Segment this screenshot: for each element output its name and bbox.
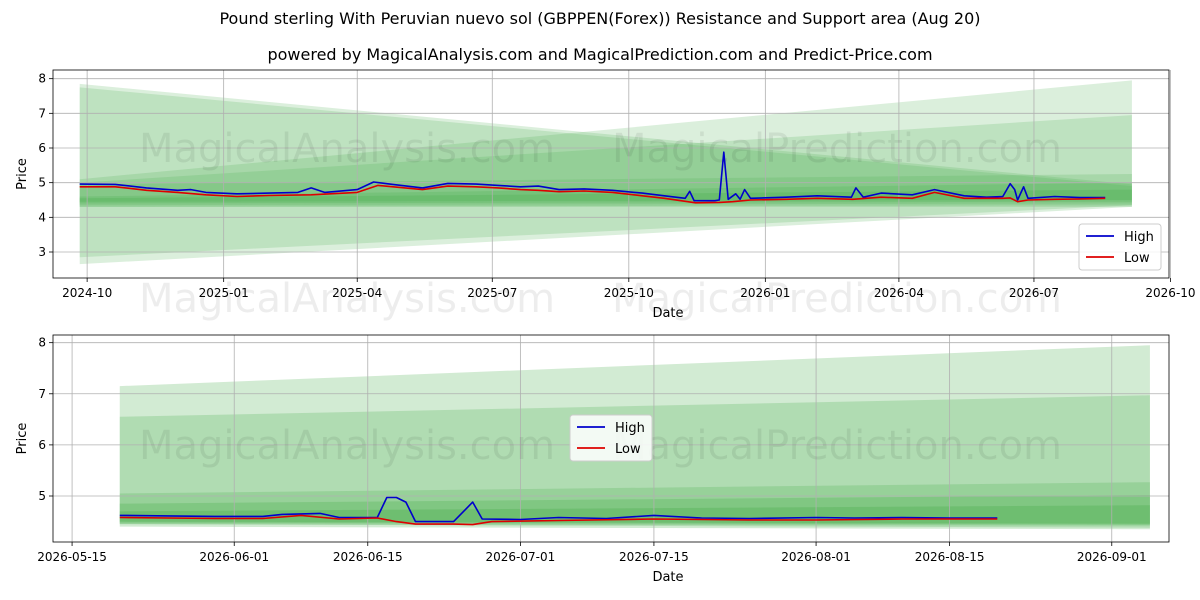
y-tick-label: 5 [38, 489, 46, 503]
x-tick-label: 2026-05-15 [37, 550, 107, 564]
x-tick-label: 2026-07 [1009, 286, 1059, 300]
x-tick-label: 2025-07 [467, 286, 517, 300]
legend: High Low [569, 414, 653, 462]
x-tick-label: 2026-09-01 [1077, 550, 1147, 564]
y-tick-label: 8 [38, 336, 46, 350]
legend-label-low: Low [1124, 251, 1150, 266]
x-tick-label: 2026-08-01 [781, 550, 851, 564]
x-tick-label: 2026-06-01 [199, 550, 269, 564]
x-tick-label: 2025-04 [332, 286, 382, 300]
y-tick-label: 7 [38, 387, 46, 401]
x-tick-label: 2026-07-15 [619, 550, 689, 564]
watermark-text: MagicalPrediction.com [612, 423, 1062, 469]
legend-label-low: Low [615, 442, 641, 457]
y-tick-label: 7 [38, 106, 46, 120]
y-tick-label: 6 [38, 141, 46, 155]
y-tick-label: 3 [38, 245, 46, 259]
watermark-text: MagicalPrediction.com [612, 126, 1062, 172]
chart-2: MagicalAnalysis.com MagicalPrediction.com… [15, 334, 1170, 585]
x-tick-label: 2026-06-15 [333, 550, 403, 564]
x-tick-label: 2025-01 [199, 286, 249, 300]
chart-1: MagicalAnalysis.comMagicalAnalysis.comMa… [15, 69, 1196, 322]
watermark-text: MagicalAnalysis.com [139, 423, 555, 469]
x-tick-label: 2025-10 [604, 286, 654, 300]
x-tick-label: 2026-08-15 [915, 550, 985, 564]
x-axis-label: Date [652, 570, 683, 585]
y-axis-label: Price [15, 423, 30, 455]
legend: High Low [1078, 223, 1162, 271]
y-axis-label: Price [15, 158, 30, 190]
y-tick-label: 6 [38, 438, 46, 452]
y-tick-label: 5 [38, 176, 46, 190]
x-tick-label: 2026-04 [874, 286, 924, 300]
x-tick-label: 2026-07-01 [486, 550, 556, 564]
x-tick-label: 2026-10 [1145, 286, 1195, 300]
y-tick-label: 4 [38, 210, 46, 224]
watermark-text: MagicalAnalysis.com [139, 126, 555, 172]
x-tick-label: 2026-01 [740, 286, 790, 300]
legend-label-high: High [615, 421, 645, 436]
legend-label-high: High [1124, 230, 1154, 245]
x-axis-label: Date [652, 306, 683, 321]
x-tick-label: 2024-10 [62, 286, 112, 300]
y-tick-label: 8 [38, 72, 46, 86]
charts-canvas: MagicalAnalysis.comMagicalAnalysis.comMa… [15, 69, 1196, 585]
